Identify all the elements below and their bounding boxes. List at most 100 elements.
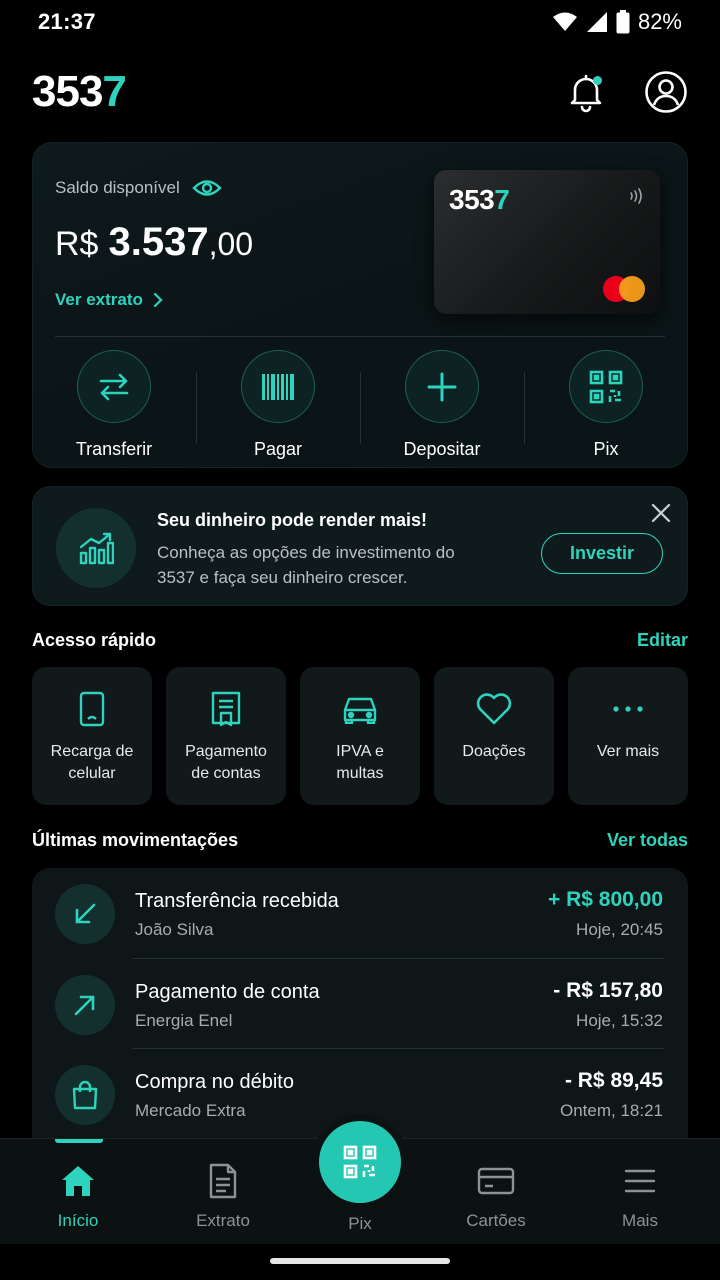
transaction-subtitle: João Silva (135, 920, 214, 939)
transaction-title: Pagamento de conta (135, 981, 320, 1003)
qr-code-icon (589, 370, 623, 404)
quick-access-ipva[interactable]: IPVA e multas (300, 667, 420, 805)
growth-chart-icon (78, 531, 114, 565)
section-title: Acesso rápido (32, 630, 157, 650)
credit-card-icon (477, 1166, 515, 1196)
nav-cards[interactable]: Cartões (436, 1139, 556, 1245)
profile-button[interactable] (644, 70, 688, 114)
promo-icon-container (56, 508, 136, 588)
plus-icon (426, 371, 458, 403)
arrow-up-right-icon (72, 992, 98, 1018)
quick-access-label: Recarga de celular (50, 743, 134, 782)
section-title: Últimas movimentações (32, 830, 239, 850)
transaction-subtitle: Mercado Extra (135, 1101, 246, 1120)
view-statement-link[interactable]: Ver extrato (55, 290, 163, 310)
transaction-row[interactable]: Pagamento de conta Energia Enel - R$ 157… (32, 959, 688, 1049)
transactions-header: Últimas movimentações Ver todas (32, 830, 688, 851)
edit-link[interactable]: Editar (637, 630, 688, 651)
arrow-down-left-icon (72, 901, 98, 927)
quick-access-header: Acesso rápido Editar (32, 630, 688, 651)
nav-home[interactable]: Início (18, 1139, 138, 1245)
app-header: 3537 (32, 62, 688, 122)
nav-more[interactable]: Mais (580, 1139, 700, 1245)
quick-access-phone-recharge[interactable]: Recarga de celular (32, 667, 152, 805)
transaction-time: Ontem, 18:21 (559, 1101, 663, 1120)
close-icon[interactable] (650, 502, 672, 524)
chevron-right-icon (153, 292, 163, 308)
action-label: Depositar (403, 439, 481, 459)
balance-label: Saldo disponível (55, 178, 180, 197)
more-icon (612, 705, 644, 713)
pix-fab-button[interactable] (312, 1114, 408, 1210)
wifi-icon (552, 12, 578, 32)
battery-icon (616, 10, 630, 34)
transaction-time: Hoje, 20:45 (576, 920, 663, 939)
nav-label: Extrato (196, 1211, 250, 1230)
quick-actions: Transferir Pagar Depositar Pix (32, 350, 688, 460)
battery-percent: 82% (637, 9, 682, 34)
invest-button[interactable]: Investir (541, 533, 663, 574)
card-logo: 3537 (449, 184, 510, 215)
status-time: 21:37 (38, 9, 96, 34)
transaction-amount: + R$ 800,00 (547, 888, 663, 911)
credit-card-preview[interactable]: 3537 (434, 170, 660, 314)
app-logo: 3537 (32, 67, 127, 116)
quick-access-label: IPVA e multas (336, 743, 384, 782)
balance-label-row: Saldo disponível (55, 178, 222, 198)
transaction-time: Hoje, 15:32 (576, 1011, 663, 1030)
pay-button[interactable]: Pagar (196, 350, 360, 460)
transaction-row[interactable]: Transferência recebida João Silva + R$ 8… (32, 868, 688, 958)
pix-button[interactable]: Pix (524, 350, 688, 460)
nav-label: Mais (622, 1211, 658, 1230)
transaction-subtitle: Energia Enel (135, 1011, 233, 1030)
document-icon (208, 1163, 238, 1199)
nav-statement[interactable]: Extrato (163, 1139, 283, 1245)
transaction-title: Compra no débito (135, 1071, 294, 1093)
quick-access-label: Pagamento de contas (185, 743, 267, 782)
car-icon (341, 694, 379, 724)
divider (55, 336, 665, 337)
notifications-button[interactable] (564, 70, 608, 114)
action-label: Pix (593, 439, 619, 459)
transaction-amount: - R$ 157,80 (553, 979, 663, 1002)
see-all-link[interactable]: Ver todas (607, 830, 688, 851)
nav-label-pix: Pix (348, 1214, 372, 1233)
transfer-button[interactable]: Transferir (32, 350, 196, 460)
shopping-bag-icon (71, 1080, 99, 1110)
home-icon (60, 1164, 96, 1198)
quick-access-donations[interactable]: Doações (434, 667, 554, 805)
quick-access-bill-payment[interactable]: Pagamento de contas (166, 667, 286, 805)
deposit-button[interactable]: Depositar (360, 350, 524, 460)
contactless-icon (628, 186, 646, 206)
quick-access-label: Doações (462, 743, 526, 760)
bell-icon (564, 70, 608, 114)
nav-label: Cartões (466, 1211, 526, 1230)
notification-dot (593, 76, 602, 85)
transaction-title: Transferência recebida (135, 890, 339, 912)
receipt-icon (211, 691, 241, 727)
balance-amount: R$ 3.537,00 (55, 220, 254, 264)
transaction-amount: - R$ 89,45 (564, 1069, 663, 1092)
quick-access-label: Ver mais (596, 743, 660, 760)
phone-icon (79, 691, 105, 727)
eye-icon[interactable] (192, 178, 222, 198)
action-label: Pagar (253, 439, 303, 459)
nav-label: Início (57, 1211, 99, 1230)
promo-description: Conheça as opções de investimento do 353… (157, 543, 455, 587)
barcode-icon (261, 373, 295, 400)
menu-icon (624, 1168, 656, 1194)
status-icons: 82% (552, 9, 682, 35)
quick-access-see-more[interactable]: Ver mais (568, 667, 688, 805)
heart-icon (476, 693, 512, 725)
transfer-icon (97, 372, 131, 402)
cellular-signal-icon (586, 11, 608, 33)
status-bar: 21:37 82% (0, 0, 720, 44)
balance-card: Saldo disponível R$ 3.537,00 Ver extrato… (32, 142, 688, 468)
gesture-navigation-bar[interactable] (270, 1258, 450, 1264)
qr-code-icon (343, 1145, 377, 1179)
user-circle-icon (644, 70, 688, 114)
quick-access-grid: Recarga de celular Pagamento de contas I… (32, 667, 688, 805)
action-label: Transferir (75, 439, 153, 459)
promo-title: Seu dinheiro pode render mais! (157, 510, 428, 530)
mastercard-logo (603, 276, 647, 302)
